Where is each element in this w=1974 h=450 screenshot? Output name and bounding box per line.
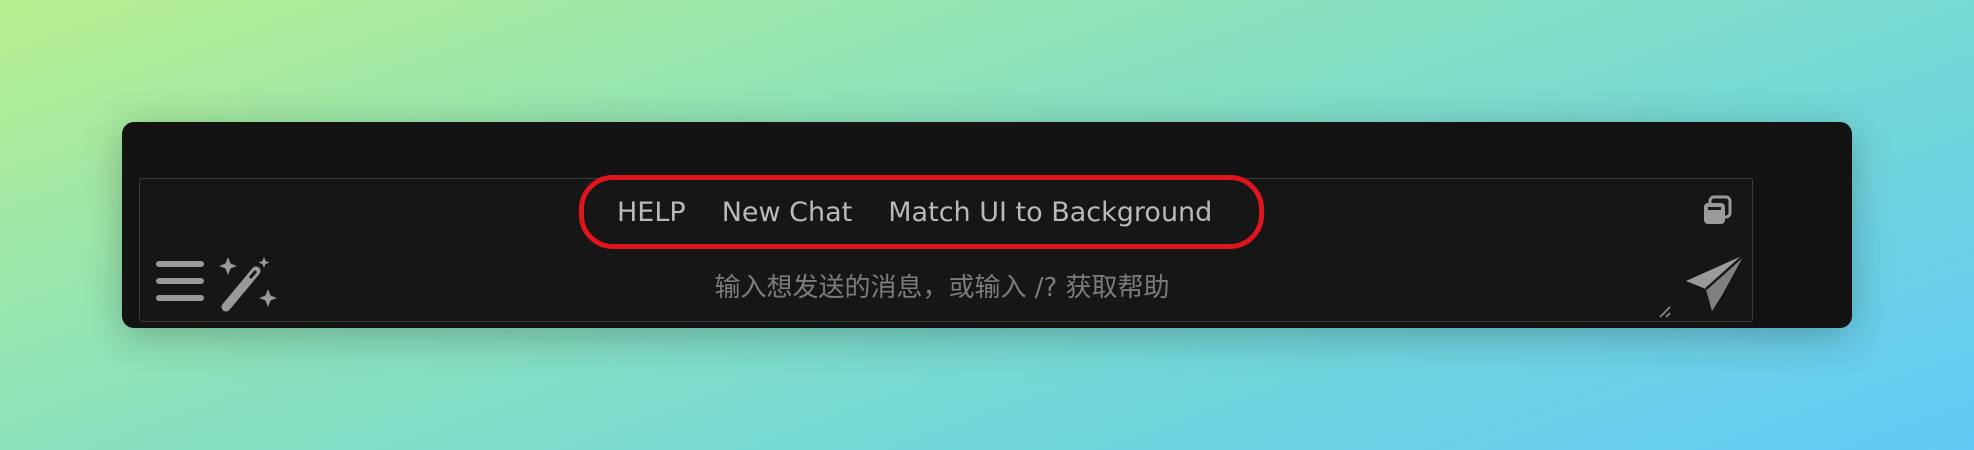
send-button[interactable] — [1682, 251, 1748, 315]
chat-window: HELP New Chat Match UI to Background — [122, 122, 1852, 328]
paper-plane-icon — [1686, 254, 1745, 311]
new-chat-button[interactable]: New Chat — [722, 197, 853, 228]
magic-wand-icon — [219, 257, 277, 312]
resize-handle-icon — [1659, 306, 1671, 318]
magic-button[interactable] — [216, 255, 280, 313]
copy-button[interactable] — [1700, 193, 1736, 229]
resize-handle[interactable] — [1656, 303, 1672, 319]
menu-button[interactable] — [154, 259, 206, 303]
match-ui-background-button[interactable]: Match UI to Background — [888, 197, 1212, 228]
copy-icon — [1704, 195, 1732, 224]
quick-actions-bar: HELP New Chat Match UI to Background — [579, 175, 1264, 249]
message-input[interactable] — [300, 267, 1584, 309]
hamburger-menu-icon — [156, 261, 204, 301]
chat-input-panel: HELP New Chat Match UI to Background — [139, 175, 1753, 322]
help-button[interactable]: HELP — [617, 197, 686, 228]
